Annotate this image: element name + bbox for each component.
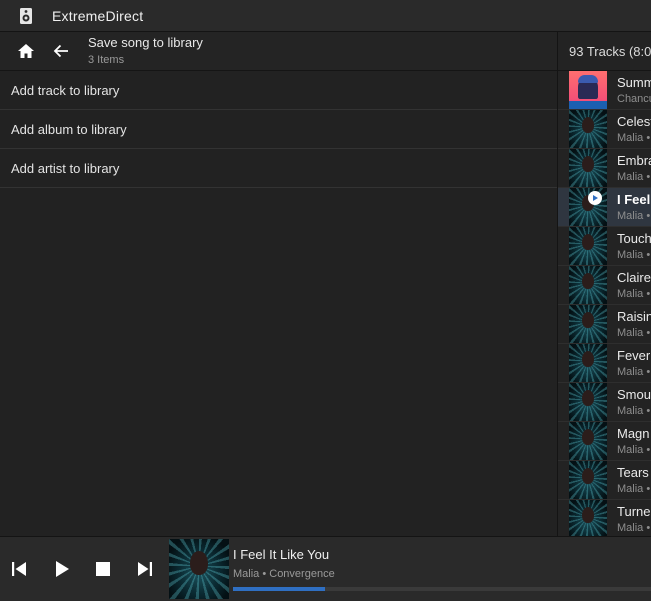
album-art	[569, 71, 607, 109]
track-title: Raisin	[617, 308, 651, 324]
play-button[interactable]	[48, 555, 76, 583]
skip-previous-icon	[12, 562, 26, 576]
menu-item-label: Add album to library	[11, 121, 127, 137]
menu-item-add-album[interactable]: Add album to library	[0, 110, 557, 149]
track-subtitle: Malia •	[617, 443, 651, 456]
skip-next-icon	[138, 562, 152, 576]
track-subtitle: Malia •	[617, 131, 651, 144]
album-art	[569, 500, 607, 536]
page-title: Save song to library	[88, 35, 203, 50]
playback-progress-bar[interactable]	[233, 587, 651, 591]
arrow-left-icon	[53, 44, 68, 58]
album-art	[569, 305, 607, 343]
menu-item-add-artist[interactable]: Add artist to library	[0, 149, 557, 188]
previous-button[interactable]	[5, 555, 33, 583]
track-row[interactable]: Embra Malia •	[558, 149, 651, 188]
album-art	[569, 344, 607, 382]
home-icon	[18, 44, 34, 58]
menu-item-add-track[interactable]: Add track to library	[0, 71, 557, 110]
track-subtitle: Malia •	[617, 248, 651, 261]
album-art	[569, 422, 607, 460]
nav-bar: Save song to library 3 Items	[0, 32, 557, 71]
track-title: Embra	[617, 152, 651, 168]
track-subtitle: Malia •	[617, 326, 651, 339]
album-art	[569, 110, 607, 148]
track-subtitle: Malia •	[617, 521, 651, 534]
app-bar: ExtremeDirect	[0, 0, 651, 32]
track-subtitle: Malia •	[617, 404, 651, 417]
track-title: Summ	[617, 74, 651, 90]
track-title: Claire	[617, 269, 651, 285]
track-subtitle: Malia •	[617, 170, 651, 183]
stop-button[interactable]	[89, 555, 117, 583]
track-row[interactable]: Celest Malia •	[558, 110, 651, 149]
track-subtitle: Chancu	[617, 92, 651, 105]
track-title: Celest	[617, 113, 651, 129]
track-count-header: 93 Tracks (8:0	[558, 32, 651, 71]
now-playing-info: I Feel It Like You Malia • Convergence	[233, 547, 335, 580]
track-title: I Feel	[617, 191, 651, 207]
track-title: Smou	[617, 386, 651, 402]
stop-icon	[96, 562, 110, 576]
album-art	[569, 461, 607, 499]
track-title: Tears	[617, 464, 649, 480]
track-row[interactable]: Turne Malia •	[558, 500, 651, 536]
track-subtitle: Malia •	[617, 482, 651, 495]
main-panel: Save song to library 3 Items Add track t…	[0, 32, 557, 536]
track-list-panel: 93 Tracks (8:0 SummChancu CelestMalia • …	[557, 32, 651, 536]
now-playing-title: I Feel It Like You	[233, 547, 330, 562]
playback-progress-fill	[233, 587, 325, 591]
menu-item-label: Add track to library	[11, 82, 120, 98]
album-art	[569, 227, 607, 265]
track-row-playing[interactable]: I Feel Malia •	[558, 188, 651, 227]
track-row[interactable]: Magn Malia •	[558, 422, 651, 461]
now-playing-icon	[588, 191, 602, 205]
now-playing-subtitle: Malia • Convergence	[233, 568, 335, 580]
home-button[interactable]	[8, 32, 44, 70]
album-art	[569, 149, 607, 187]
track-row[interactable]: Fever Malia •	[558, 344, 651, 383]
nav-title-block: Save song to library 3 Items	[88, 35, 203, 67]
album-art	[569, 266, 607, 304]
track-subtitle: Malia •	[617, 365, 651, 378]
app-title: ExtremeDirect	[52, 7, 144, 24]
track-subtitle: Malia •	[617, 209, 651, 222]
track-row[interactable]: Raisin Malia •	[558, 305, 651, 344]
track-row[interactable]: Touch Malia •	[558, 227, 651, 266]
track-subtitle: Malia •	[617, 287, 651, 300]
album-art	[569, 383, 607, 421]
track-title: Magn	[617, 425, 650, 441]
track-title: Fever	[617, 347, 651, 363]
play-icon	[56, 561, 69, 577]
player-bar: I Feel It Like You Malia • Convergence	[0, 536, 651, 601]
menu-item-label: Add artist to library	[11, 160, 120, 176]
back-button[interactable]	[44, 32, 78, 70]
track-row[interactable]: Tears Malia •	[558, 461, 651, 500]
speaker-icon[interactable]	[0, 7, 52, 25]
track-row[interactable]: Smou Malia •	[558, 383, 651, 422]
track-title: Touch	[617, 230, 651, 246]
item-count: 3 Items	[88, 54, 125, 66]
next-button[interactable]	[131, 555, 159, 583]
track-row[interactable]: Summ Chancu	[558, 71, 651, 110]
track-row[interactable]: Claire Malia •	[558, 266, 651, 305]
track-title: Turne	[617, 503, 651, 519]
now-playing-album-art[interactable]	[169, 539, 229, 599]
